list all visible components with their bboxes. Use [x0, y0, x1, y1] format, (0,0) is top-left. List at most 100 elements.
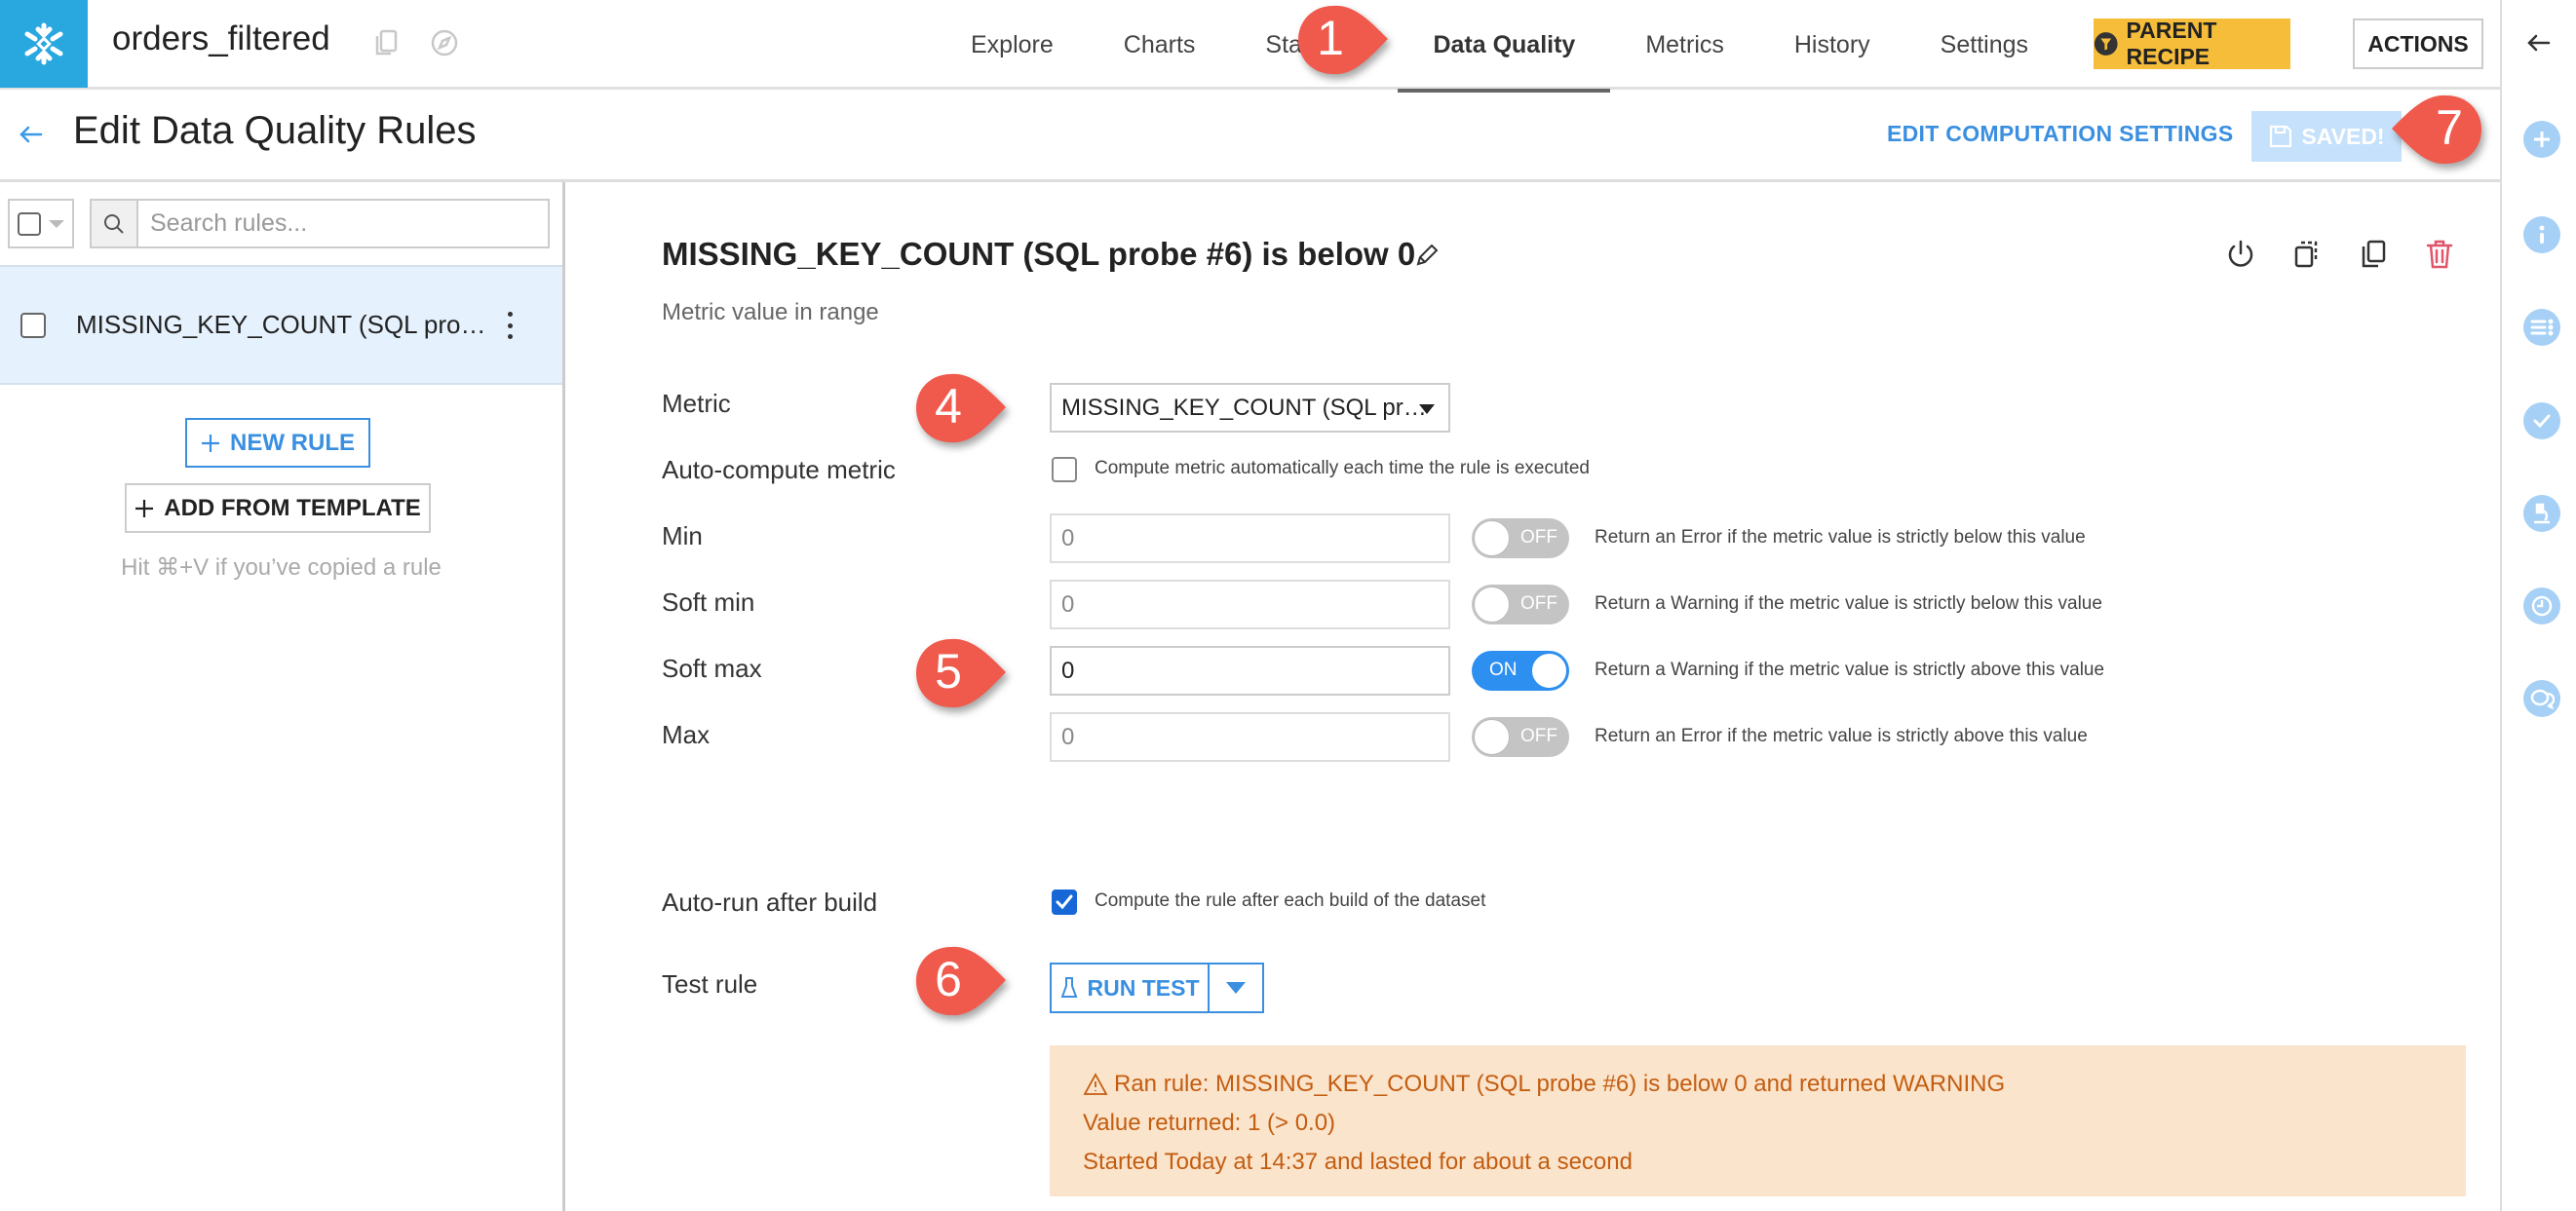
result-value: Value returned: 1 (> 0.0) [1083, 1110, 1336, 1136]
rule-editor: MISSING_KEY_COUNT (SQL probe #6) is belo… [568, 182, 2500, 1211]
callout-marker-1: 1 [1296, 2, 1390, 80]
callout-number: 1 [1317, 11, 1344, 65]
rule-title: MISSING_KEY_COUNT (SQL probe #6) is belo… [662, 236, 1416, 272]
arrow-left-icon[interactable] [2523, 27, 2555, 58]
auto-run-checkbox[interactable] [1052, 889, 1077, 915]
callout-marker-6: 6 [914, 943, 1008, 1021]
rule-type-subtitle: Metric value in range [662, 299, 879, 325]
copy-icon[interactable] [370, 27, 402, 58]
dataset-tabs: Explore Charts Statistics Data Quality M… [936, 0, 2063, 93]
saved-label: SAVED! [2301, 123, 2385, 149]
kebab-menu-icon[interactable] [505, 312, 515, 339]
power-toggle-icon[interactable] [2224, 238, 2257, 271]
checkmark-icon [1056, 894, 1073, 910]
test-rule-label: Test rule [662, 969, 758, 999]
max-label: Max [662, 720, 711, 749]
add-from-template-label: ADD FROM TEMPLATE [164, 494, 421, 521]
run-test-dropdown[interactable] [1210, 965, 1262, 1011]
auto-run-description: Compute the rule after each build of the… [1095, 890, 1486, 911]
back-arrow-icon[interactable] [16, 119, 47, 150]
tab-settings[interactable]: Settings [1905, 0, 2063, 90]
new-rule-button[interactable]: NEW RULE [185, 418, 370, 468]
result-timing: Started Today at 14:37 and lasted for ab… [1083, 1149, 1633, 1175]
tab-explore[interactable]: Explore [936, 0, 1089, 90]
snowflake-icon [24, 22, 63, 65]
result-summary: Ran rule: MISSING_KEY_COUNT (SQL probe #… [1114, 1071, 2006, 1097]
copy-icon[interactable] [2357, 238, 2390, 271]
duplicate-icon[interactable] [2290, 238, 2324, 271]
compass-icon[interactable] [429, 27, 460, 58]
callout-number: 7 [2436, 100, 2463, 155]
parent-recipe-label: PARENT RECIPE [2126, 18, 2217, 69]
check-icon [2533, 414, 2551, 429]
rail-lab-button[interactable] [2523, 495, 2560, 532]
app-logo[interactable] [0, 0, 88, 88]
soft-min-label: Soft min [662, 587, 755, 617]
warning-icon [1083, 1073, 1108, 1095]
max-input[interactable]: 0 [1050, 712, 1450, 762]
callout-marker-5: 5 [914, 635, 1008, 713]
dataset-name: orders_filtered [112, 19, 330, 57]
rail-checks-button[interactable] [2523, 402, 2560, 439]
search-icon [104, 213, 124, 234]
auto-compute-checkbox[interactable] [1052, 457, 1077, 482]
rail-history-button[interactable] [2523, 587, 2560, 624]
toggle-state-label: OFF [1520, 726, 1557, 746]
soft-max-help-text: Return a Warning if the metric value is … [1595, 660, 2105, 680]
chat-bubbles-icon [2530, 689, 2555, 709]
flask-icon [1060, 977, 1077, 998]
toggle-state-label: OFF [1520, 527, 1557, 548]
rail-add-button[interactable] [2523, 121, 2560, 158]
parent-recipe-button[interactable]: PARENT RECIPE [2094, 18, 2290, 69]
max-toggle[interactable]: OFF [1472, 717, 1569, 757]
new-rule-label: NEW RULE [230, 429, 355, 456]
callout-number: 5 [935, 644, 962, 699]
plus-icon [2534, 132, 2550, 147]
rail-info-button[interactable] [2523, 216, 2560, 253]
search-icon-box [92, 201, 138, 246]
info-icon [2539, 225, 2545, 244]
soft-max-input[interactable]: 0 [1050, 646, 1450, 696]
soft-min-help-text: Return a Warning if the metric value is … [1595, 593, 2102, 614]
min-input[interactable]: 0 [1050, 513, 1450, 563]
min-toggle[interactable]: OFF [1472, 518, 1569, 558]
top-navigation-bar: orders_filtered Explore Charts Statistic… [0, 0, 2500, 93]
soft-min-toggle[interactable]: OFF [1472, 585, 1569, 624]
edit-computation-settings-link[interactable]: EDIT COMPUTATION SETTINGS [1887, 121, 2233, 147]
toggle-knob [1474, 587, 1510, 623]
search-rules-input[interactable] [138, 201, 548, 246]
run-test-button[interactable]: RUN TEST [1052, 965, 1210, 1011]
actions-button[interactable]: ACTIONS [2353, 19, 2483, 69]
add-from-template-button[interactable]: ADD FROM TEMPLATE [125, 483, 431, 533]
toggle-knob [1474, 520, 1510, 556]
pencil-edit-icon[interactable] [1412, 241, 1442, 270]
soft-max-toggle[interactable]: ON [1472, 651, 1569, 691]
saved-button[interactable]: SAVED! [2251, 111, 2402, 162]
rule-checkbox[interactable] [20, 312, 46, 338]
test-result-alert: Ran rule: MISSING_KEY_COUNT (SQL probe #… [1050, 1045, 2466, 1196]
tab-charts[interactable]: Charts [1089, 0, 1231, 90]
rule-list-item[interactable]: MISSING_KEY_COUNT (SQL pro… [0, 265, 562, 385]
tab-metrics[interactable]: Metrics [1610, 0, 1759, 90]
trash-icon[interactable] [2423, 238, 2456, 271]
rail-discussions-button[interactable] [2523, 680, 2560, 717]
rail-list-button[interactable] [2523, 309, 2560, 346]
max-help-text: Return an Error if the metric value is s… [1595, 726, 2088, 746]
tab-data-quality[interactable]: Data Quality [1398, 0, 1611, 93]
metric-select[interactable]: MISSING_KEY_COUNT (SQL pr… [1050, 383, 1450, 433]
metric-label: Metric [662, 389, 731, 418]
tab-history[interactable]: History [1759, 0, 1905, 90]
list-icon [2530, 319, 2554, 336]
select-all-checkbox[interactable] [18, 211, 41, 236]
plus-icon [202, 434, 219, 452]
metric-select-value: MISSING_KEY_COUNT (SQL pr… [1061, 394, 1427, 421]
select-all-dropdown[interactable] [8, 199, 74, 248]
plus-icon [135, 499, 154, 517]
min-label: Min [662, 521, 703, 550]
page-title: Edit Data Quality Rules [73, 109, 477, 152]
toggle-state-label: ON [1489, 660, 1518, 680]
soft-min-input[interactable]: 0 [1050, 580, 1450, 629]
toggle-state-label: OFF [1520, 593, 1557, 614]
filter-funnel-icon [2094, 32, 2118, 56]
run-test-label: RUN TEST [1087, 974, 1200, 1001]
